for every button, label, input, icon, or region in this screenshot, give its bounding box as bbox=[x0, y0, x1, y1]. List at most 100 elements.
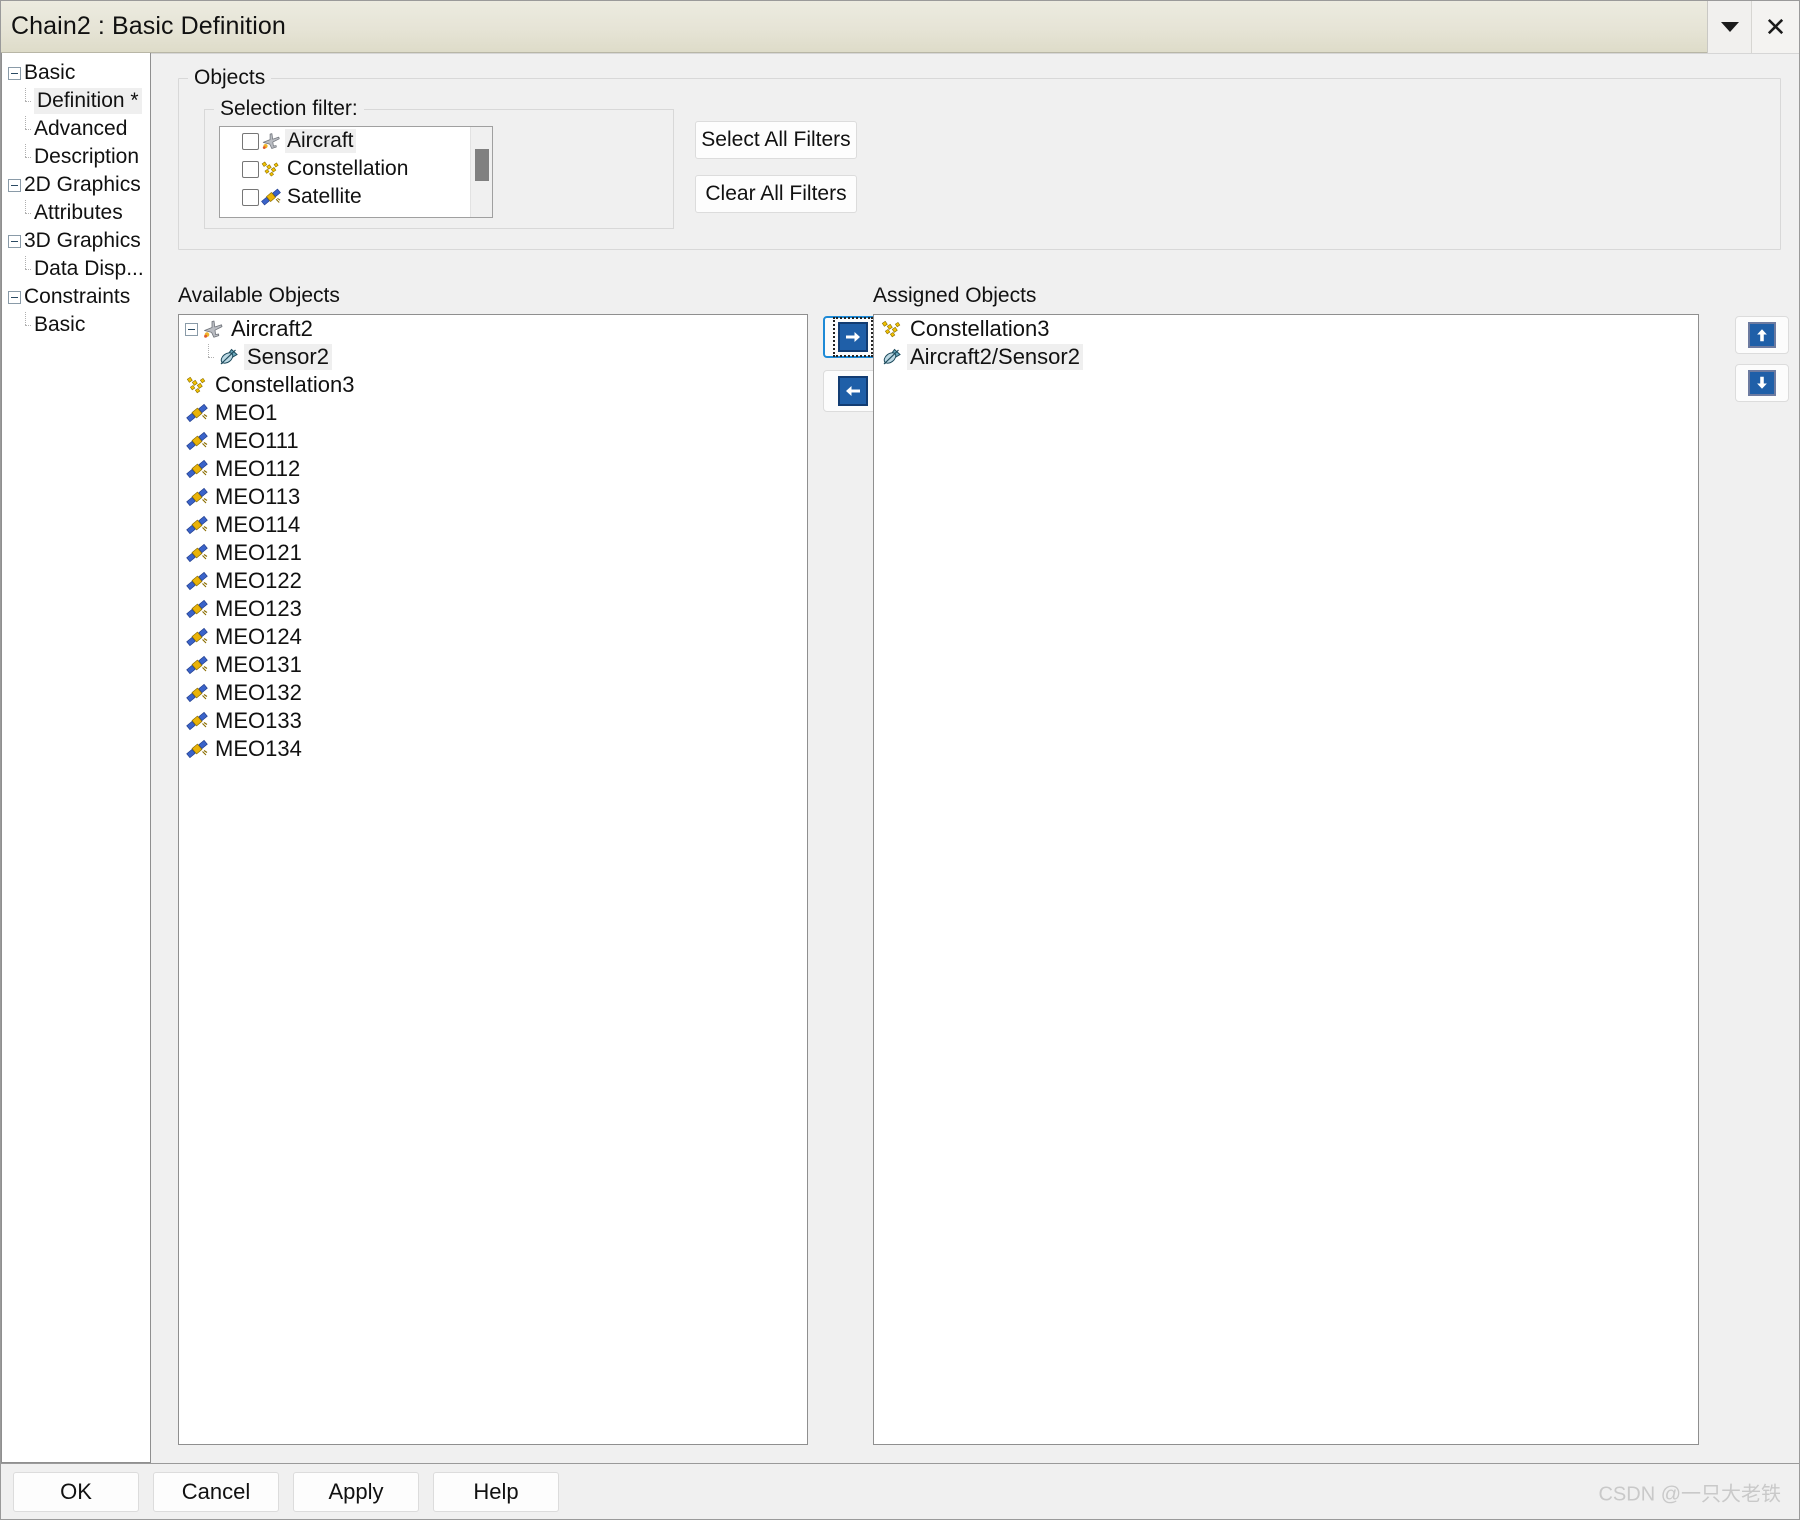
assigned-object-row[interactable]: Constellation3 bbox=[874, 315, 1698, 343]
filter-checkbox[interactable] bbox=[242, 216, 259, 217]
filter-checkbox[interactable] bbox=[242, 188, 259, 206]
available-object-row[interactable]: Aircraft2 bbox=[179, 315, 807, 343]
move-up-button[interactable] bbox=[1735, 316, 1789, 354]
available-object-row[interactable]: MEO131 bbox=[179, 651, 807, 679]
main-panel: Objects Selection filter: Aircraft Conste… bbox=[151, 53, 1799, 1463]
sidebar-item-label: Description bbox=[34, 145, 140, 168]
tree-expander-icon[interactable] bbox=[8, 66, 21, 80]
title-bar: Chain2 : Basic Definition ✕ bbox=[1, 1, 1799, 53]
apply-button[interactable]: Apply bbox=[293, 1471, 419, 1512]
available-object-label: MEO133 bbox=[215, 708, 302, 733]
available-object-label: MEO113 bbox=[215, 484, 301, 509]
sensor-icon bbox=[260, 214, 282, 218]
move-down-button[interactable] bbox=[1735, 364, 1789, 402]
available-object-row[interactable]: MEO112 bbox=[179, 455, 807, 483]
assigned-objects-label: Assigned Objects bbox=[873, 284, 1037, 307]
sidebar-item-basic[interactable]: Basic bbox=[2, 311, 150, 339]
available-object-row[interactable]: Constellation3 bbox=[179, 371, 807, 399]
tree-expander-icon[interactable] bbox=[8, 234, 21, 248]
help-button[interactable]: Help bbox=[433, 1471, 559, 1512]
filter-row[interactable]: Satellite bbox=[220, 183, 492, 211]
satellite-icon bbox=[186, 431, 208, 451]
filter-row[interactable]: Aircraft bbox=[220, 127, 492, 155]
available-object-label: MEO112 bbox=[215, 456, 301, 481]
arrow-left-icon bbox=[838, 376, 868, 406]
constellation-icon bbox=[261, 161, 279, 177]
sidebar-item-advanced[interactable]: Advanced bbox=[2, 115, 150, 143]
close-button[interactable]: ✕ bbox=[1751, 1, 1799, 53]
chevron-down-button[interactable] bbox=[1707, 1, 1751, 53]
arrow-up-icon bbox=[1748, 322, 1776, 348]
constellation-icon bbox=[881, 320, 901, 338]
available-object-label: MEO131 bbox=[215, 652, 302, 677]
navigation-tree[interactable]: Basic Definition * Advanced Description 2D G… bbox=[1, 53, 151, 1463]
assigned-object-row[interactable]: Aircraft2/Sensor2 bbox=[874, 343, 1698, 371]
sidebar-item-2d-graphics[interactable]: 2D Graphics bbox=[2, 171, 150, 199]
ok-button[interactable]: OK bbox=[13, 1471, 139, 1512]
sidebar-item-description[interactable]: Description bbox=[2, 143, 150, 171]
sidebar-item-constraints[interactable]: Constraints bbox=[2, 283, 150, 311]
available-object-label: MEO134 bbox=[215, 736, 302, 761]
tree-connector bbox=[20, 200, 32, 226]
tree-connector bbox=[203, 344, 215, 370]
available-object-row[interactable]: MEO123 bbox=[179, 595, 807, 623]
satellite-icon bbox=[186, 627, 208, 647]
chevron-down-icon bbox=[1720, 22, 1739, 32]
satellite-icon bbox=[261, 188, 281, 206]
available-object-row[interactable]: Sensor2 bbox=[179, 343, 807, 371]
available-object-label: MEO111 bbox=[215, 428, 299, 453]
scrollbar-thumb[interactable] bbox=[475, 149, 489, 181]
satellite-icon bbox=[186, 515, 208, 535]
satellite-icon bbox=[186, 403, 208, 423]
sidebar-item-data-disp[interactable]: Data Disp... bbox=[2, 255, 150, 283]
sidebar-item-label: Advanced bbox=[34, 117, 128, 140]
dialog-window: Chain2 : Basic Definition ✕ Basic Definit… bbox=[0, 0, 1800, 1520]
filter-checkbox[interactable] bbox=[242, 160, 259, 178]
tree-connector bbox=[20, 88, 32, 114]
sidebar-item-label: Constraints bbox=[24, 285, 131, 308]
sensor-icon bbox=[883, 348, 901, 365]
filter-row-partial[interactable] bbox=[220, 211, 492, 218]
sidebar-item-label: Attributes bbox=[34, 201, 123, 224]
cancel-button[interactable]: Cancel bbox=[153, 1471, 279, 1512]
selection-filter-group: Selection filter: Aircraft Constellation S… bbox=[204, 97, 674, 229]
filter-row-label: Satellite bbox=[287, 185, 362, 208]
reorder-buttons bbox=[1735, 316, 1789, 402]
available-object-row[interactable]: MEO121 bbox=[179, 539, 807, 567]
tree-expander-icon[interactable] bbox=[185, 322, 198, 336]
available-objects-list[interactable]: Aircraft2 Sensor2 Constellation3 MEO1 MEO111… bbox=[178, 314, 808, 1445]
satellite-icon bbox=[186, 655, 208, 675]
sidebar-item-label: Definition * bbox=[34, 88, 142, 114]
sidebar-item-basic[interactable]: Basic bbox=[2, 59, 150, 87]
sidebar-item-label: Basic bbox=[24, 61, 76, 84]
tree-expander-icon[interactable] bbox=[8, 290, 21, 304]
sensor-icon bbox=[220, 348, 238, 365]
sidebar-item-3d-graphics[interactable]: 3D Graphics bbox=[2, 227, 150, 255]
filter-checkbox[interactable] bbox=[242, 132, 259, 150]
satellite-icon bbox=[186, 487, 208, 507]
clear-all-filters-button[interactable]: Clear All Filters bbox=[695, 175, 857, 213]
constellation-icon bbox=[186, 376, 206, 394]
assigned-objects-list[interactable]: Constellation3 Aircraft2/Sensor2 bbox=[873, 314, 1699, 1445]
available-object-row[interactable]: MEO1 bbox=[179, 399, 807, 427]
available-object-row[interactable]: MEO133 bbox=[179, 707, 807, 735]
available-object-row[interactable]: MEO134 bbox=[179, 735, 807, 763]
selection-filter-list[interactable]: Aircraft Constellation Satellite bbox=[219, 126, 493, 218]
selection-filter-scrollbar[interactable] bbox=[470, 127, 492, 217]
filter-buttons: Select All Filters Clear All Filters bbox=[695, 121, 857, 213]
sidebar-item-attributes[interactable]: Attributes bbox=[2, 199, 150, 227]
sidebar-item-definition[interactable]: Definition * bbox=[2, 87, 150, 115]
assigned-object-label: Aircraft2/Sensor2 bbox=[907, 344, 1083, 370]
available-object-row[interactable]: MEO111 bbox=[179, 427, 807, 455]
available-object-row[interactable]: MEO114 bbox=[179, 511, 807, 539]
available-object-label: MEO1 bbox=[215, 400, 278, 425]
available-object-row[interactable]: MEO122 bbox=[179, 567, 807, 595]
objects-group: Objects Selection filter: Aircraft Conste… bbox=[178, 66, 1781, 250]
tree-expander-icon[interactable] bbox=[8, 178, 21, 192]
available-object-row[interactable]: MEO132 bbox=[179, 679, 807, 707]
filter-row[interactable]: Constellation bbox=[220, 155, 492, 183]
select-all-filters-button[interactable]: Select All Filters bbox=[695, 121, 857, 159]
available-object-row[interactable]: MEO124 bbox=[179, 623, 807, 651]
available-object-row[interactable]: MEO113 bbox=[179, 483, 807, 511]
arrow-right-icon bbox=[833, 317, 873, 357]
